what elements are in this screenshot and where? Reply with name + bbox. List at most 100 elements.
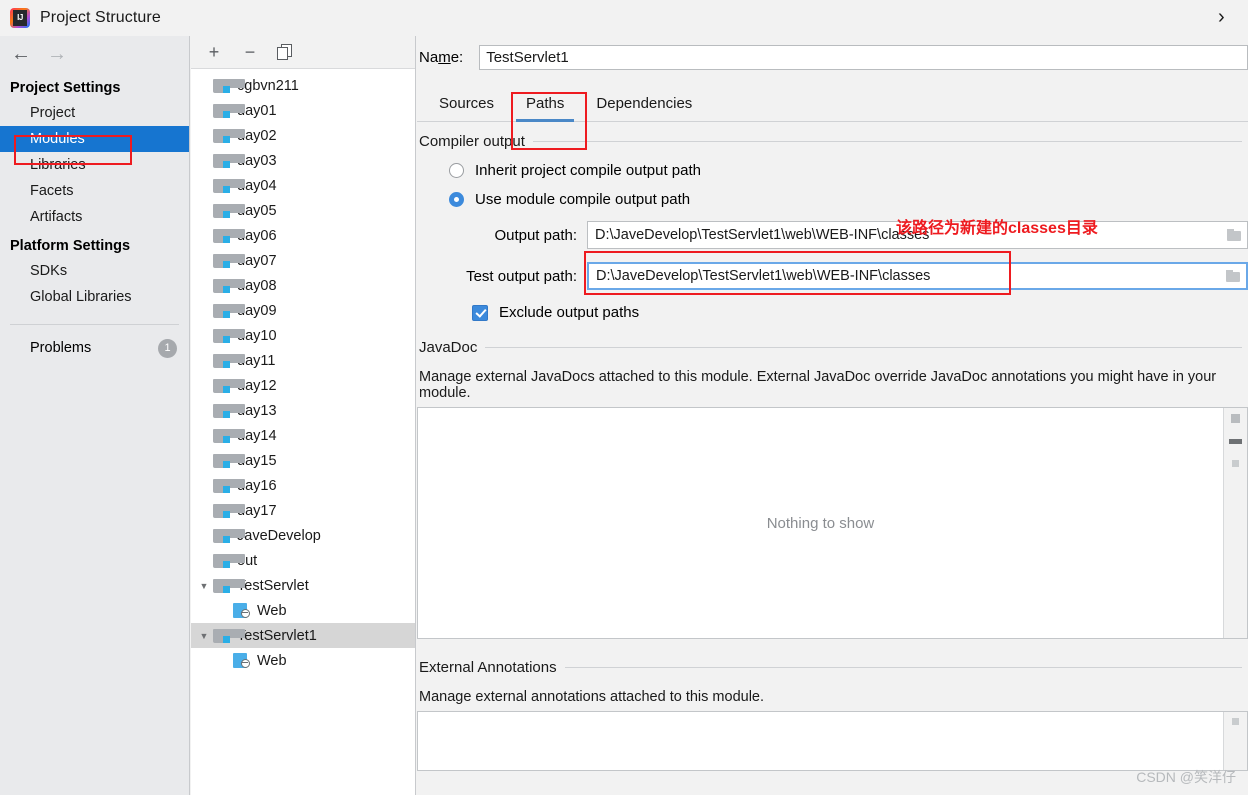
tab-sources[interactable]: Sources (423, 95, 510, 121)
annotation-note-text: 该路径为新建的classes目录 (896, 220, 1098, 237)
external-annotations-section-header: External Annotations (419, 659, 1248, 676)
module-folder-icon (213, 478, 245, 493)
javadoc-empty-text: Nothing to show (766, 514, 875, 532)
modules-tree-list[interactable]: cgbvn211 day01 day02 day03 day04 day05 day06 da… (191, 69, 415, 795)
module-folder-icon (213, 453, 245, 468)
modules-tree-panel: + − cgbvn211 day01 day02 day03 day04 day05 day… (191, 36, 416, 795)
nav-group-platform-settings: Platform Settings (10, 238, 131, 254)
javadoc-list[interactable]: Nothing to show (417, 407, 1248, 639)
inherit-output-path-label: Inherit project compile output path (475, 162, 701, 179)
radio-use-module-icon[interactable] (449, 192, 464, 207)
module-folder-icon (213, 253, 245, 268)
edit-javadoc-icon[interactable] (1232, 460, 1239, 467)
javadoc-label: JavaDoc (419, 339, 478, 356)
tree-row[interactable]: day04 (191, 173, 415, 198)
tree-row[interactable]: day13 (191, 398, 415, 423)
folder-icon (1226, 269, 1240, 282)
sidebar-item-global-libraries[interactable]: Global Libraries (0, 284, 189, 310)
tree-row-label: TestServlet (237, 577, 309, 594)
tree-row-label: cgbvn211 (237, 77, 299, 94)
module-folder-icon (213, 328, 245, 343)
close-icon[interactable]: › (1218, 4, 1248, 30)
external-annotations-list-toolbar (1223, 712, 1247, 770)
sidebar-item-facets[interactable]: Facets (0, 178, 189, 204)
test-output-path-browse-button[interactable] (1220, 263, 1246, 289)
tree-row[interactable]: day08 (191, 273, 415, 298)
sidebar-item-project[interactable]: Project (0, 100, 189, 126)
tree-row[interactable]: ▼ TestServlet1 (191, 623, 415, 648)
sidebar-item-modules[interactable]: Modules (0, 126, 189, 152)
sidebar-item-problems[interactable]: Problems 1 (0, 335, 189, 361)
tree-row[interactable]: day16 (191, 473, 415, 498)
module-folder-icon (213, 528, 245, 543)
javadoc-description: Manage external JavaDocs attached to thi… (419, 369, 1217, 401)
output-path-label: Output path: (494, 226, 577, 244)
tree-row[interactable]: Web (191, 648, 415, 673)
tree-row[interactable]: day15 (191, 448, 415, 473)
tree-row[interactable]: day11 (191, 348, 415, 373)
remove-module-icon[interactable]: − (241, 43, 259, 61)
tab-dependencies[interactable]: Dependencies (580, 95, 708, 121)
add-javadoc-icon[interactable] (1231, 414, 1240, 423)
folder-icon (1227, 228, 1241, 241)
chevron-down-icon[interactable]: ▼ (195, 581, 213, 591)
tree-row[interactable]: day03 (191, 148, 415, 173)
external-annotations-label: External Annotations (419, 659, 557, 676)
inherit-output-path-option[interactable]: Inherit project compile output path (449, 162, 1248, 179)
sidebar-divider (10, 324, 179, 325)
tree-row[interactable]: day06 (191, 223, 415, 248)
add-annotation-icon[interactable] (1232, 718, 1239, 725)
tree-row[interactable]: ▼ TestServlet (191, 573, 415, 598)
tree-row[interactable]: day05 (191, 198, 415, 223)
tree-row[interactable]: day09 (191, 298, 415, 323)
module-folder-icon (213, 428, 245, 443)
exclude-output-paths-label: Exclude output paths (499, 304, 640, 321)
test-output-path-field[interactable] (587, 262, 1248, 290)
radio-inherit-icon[interactable] (449, 163, 464, 178)
external-annotations-list[interactable] (417, 711, 1248, 771)
forward-arrow-icon[interactable]: → (46, 44, 68, 64)
tree-row-label: Web (257, 602, 287, 619)
tree-row[interactable]: day01 (191, 98, 415, 123)
chevron-down-icon[interactable]: ▼ (195, 631, 213, 641)
module-folder-icon (213, 378, 245, 393)
tree-row[interactable]: cgbvn211 (191, 73, 415, 98)
module-folder-icon (213, 278, 245, 293)
title-bar: Project Structure › (0, 0, 1248, 36)
tree-row[interactable]: day12 (191, 373, 415, 398)
module-folder-icon (213, 628, 245, 643)
javadoc-list-toolbar (1223, 408, 1247, 638)
module-folder-icon (213, 503, 245, 518)
web-facet-icon (233, 653, 250, 668)
tree-row-label: Web (257, 652, 287, 669)
remove-javadoc-icon[interactable] (1229, 439, 1242, 444)
back-arrow-icon[interactable]: ← (10, 44, 32, 64)
use-module-output-path-option[interactable]: Use module compile output path (449, 191, 1248, 208)
use-module-output-path-label: Use module compile output path (475, 191, 691, 208)
tree-row[interactable]: day17 (191, 498, 415, 523)
tree-row[interactable]: day07 (191, 248, 415, 273)
tree-row[interactable]: Web (191, 598, 415, 623)
output-path-browse-button[interactable] (1221, 222, 1247, 248)
problems-count-badge: 1 (158, 338, 177, 358)
tree-row[interactable]: day10 (191, 323, 415, 348)
section-rule (532, 141, 1242, 142)
test-output-path-row: Test output path: (417, 262, 1248, 290)
exclude-output-paths-option[interactable]: Exclude output paths (472, 304, 1248, 321)
window-title: Project Structure (40, 9, 161, 26)
copy-module-icon[interactable] (277, 44, 293, 60)
tree-row[interactable]: out (191, 548, 415, 573)
sidebar-item-artifacts[interactable]: Artifacts (0, 204, 189, 230)
sidebar-item-libraries[interactable]: Libraries (0, 152, 189, 178)
add-module-icon[interactable]: + (205, 43, 223, 61)
sidebar-item-sdks[interactable]: SDKs (0, 258, 189, 284)
tree-row[interactable]: day02 (191, 123, 415, 148)
tab-paths[interactable]: Paths (510, 95, 580, 122)
module-name-input[interactable] (479, 44, 1248, 70)
problems-label: Problems (30, 340, 92, 356)
tree-row[interactable]: JaveDevelop (191, 523, 415, 548)
test-output-path-input[interactable] (589, 267, 1220, 285)
module-folder-icon (213, 303, 245, 318)
tree-row[interactable]: day14 (191, 423, 415, 448)
checkbox-exclude-output-paths-icon[interactable] (472, 304, 488, 321)
